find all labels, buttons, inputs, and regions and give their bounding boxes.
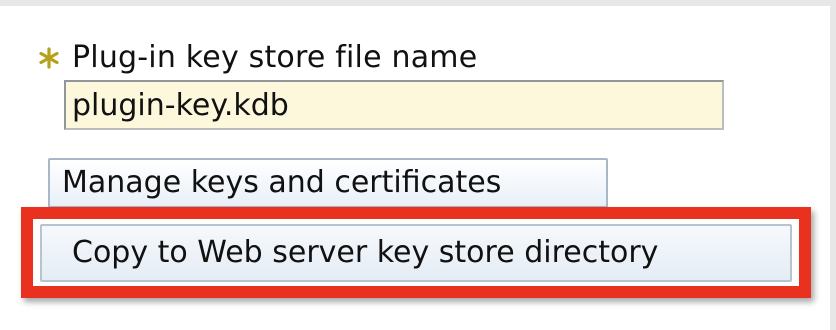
required-asterisk-icon: [39, 47, 59, 69]
key-store-file-name-input[interactable]: [64, 80, 724, 130]
key-store-file-name-label: Plug-in key store file name: [72, 40, 478, 75]
key-store-field-label-row: Plug-in key store file name: [38, 40, 477, 76]
window-right-edge: [830, 0, 836, 330]
copy-to-web-server-key-store-directory-button[interactable]: Copy to Web server key store directory: [40, 224, 792, 282]
manage-keys-and-certificates-button[interactable]: Manage keys and certificates: [48, 158, 608, 208]
